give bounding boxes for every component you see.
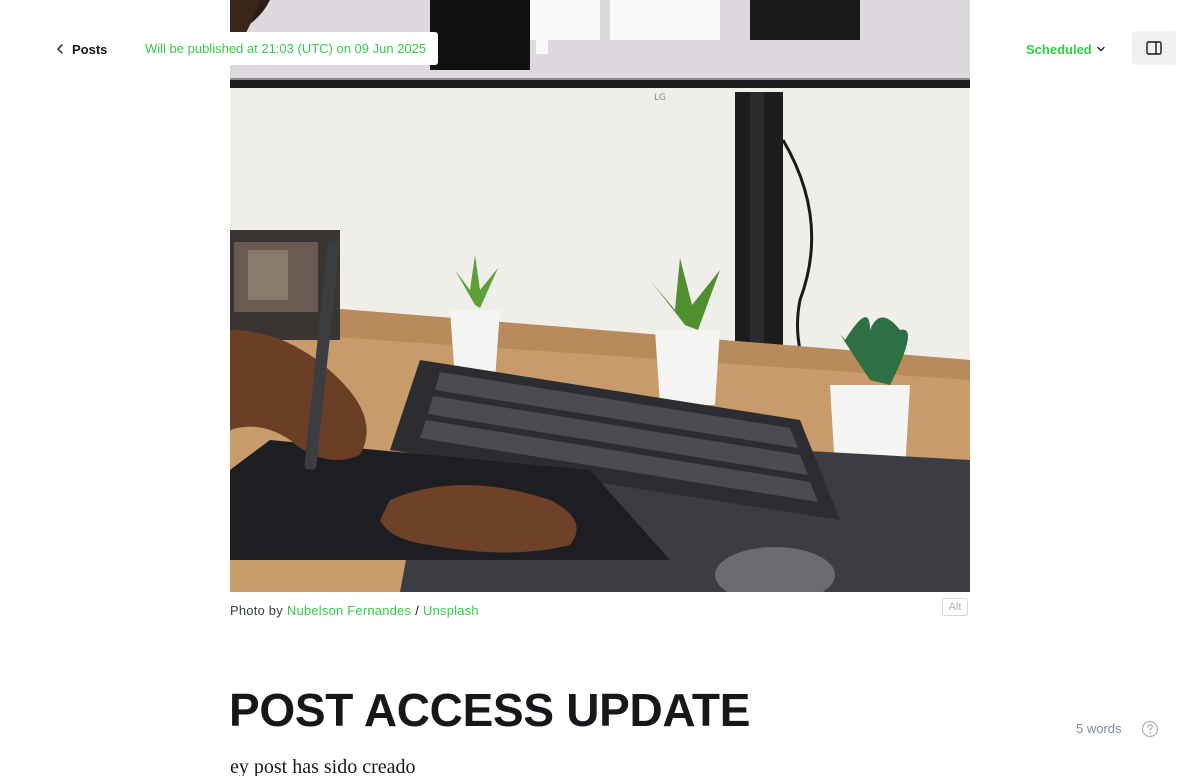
caption-source-link[interactable]: Unsplash xyxy=(423,603,479,618)
post-body-editor[interactable]: ey post has sido creado xyxy=(230,754,416,776)
chevron-down-icon xyxy=(1097,46,1105,52)
monitor-logo: LG xyxy=(654,93,666,103)
question-circle-icon[interactable] xyxy=(1141,720,1159,738)
caption-separator: / xyxy=(415,602,420,618)
back-label: Posts xyxy=(72,41,108,57)
post-title[interactable]: POST ACCESS UPDATE xyxy=(229,684,750,736)
sidebar-panel-icon xyxy=(1146,41,1162,55)
word-count: 5 words xyxy=(1076,721,1122,736)
chevron-left-icon xyxy=(57,44,63,54)
status-label: Scheduled xyxy=(1026,41,1092,57)
desk-photo: LG xyxy=(230,0,970,592)
alt-text-button[interactable]: Alt xyxy=(942,598,968,616)
status-dropdown[interactable]: Scheduled xyxy=(1026,39,1106,59)
post-editor: LG Posts Will be published at 21:03 (UTC… xyxy=(0,0,1200,776)
publish-schedule-note: Will be published at 21:03 (UTC) on 09 J… xyxy=(133,32,439,65)
settings-sidebar-toggle[interactable] xyxy=(1132,31,1176,65)
caption-prefix: Photo by xyxy=(230,602,283,618)
back-to-posts-link[interactable]: Posts xyxy=(56,39,107,59)
feature-image[interactable]: LG xyxy=(230,0,970,592)
image-caption[interactable]: Photo by Nubelson Fernandes / Unsplash xyxy=(230,600,970,620)
caption-author-link[interactable]: Nubelson Fernandes xyxy=(287,603,411,618)
